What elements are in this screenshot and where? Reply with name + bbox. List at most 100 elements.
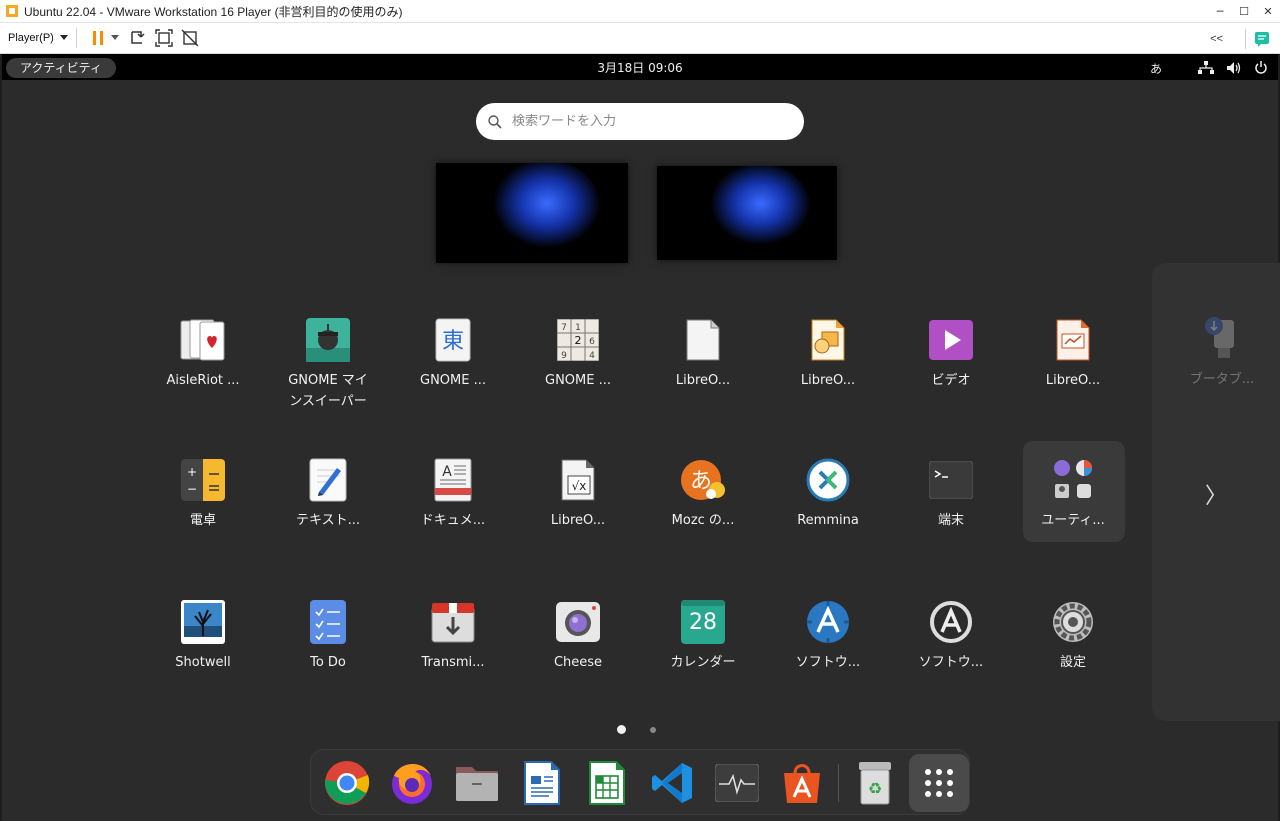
app-label: ユーティ... bbox=[1041, 513, 1105, 528]
app-remmina[interactable]: Remmina bbox=[778, 456, 878, 531]
calendar-day: 28 bbox=[689, 609, 717, 635]
dock-show-apps[interactable] bbox=[909, 754, 969, 812]
app-transmission[interactable]: Transmi... bbox=[403, 598, 503, 673]
app-label: ブータブ... bbox=[1189, 372, 1255, 387]
pause-dropdown-icon[interactable] bbox=[110, 35, 119, 41]
dock-system-monitor[interactable] bbox=[711, 757, 763, 809]
app-label: LibreO... bbox=[550, 513, 606, 528]
app-label: GNOME ... bbox=[545, 373, 611, 388]
gnome-topbar: アクティビティ 3月18日 09:06 あ bbox=[2, 54, 1278, 80]
dock-chrome[interactable] bbox=[321, 757, 373, 809]
page-dot-1[interactable] bbox=[617, 725, 626, 734]
app-document-viewer[interactable]: A ドキュメ... bbox=[403, 456, 503, 531]
minimize-button[interactable]: ─ bbox=[1208, 0, 1232, 23]
maximize-button[interactable]: ☐ bbox=[1232, 0, 1256, 23]
app-text-editor[interactable]: テキスト... bbox=[278, 456, 378, 531]
page-dot-2[interactable] bbox=[650, 727, 656, 733]
svg-text:√x: √x bbox=[572, 479, 587, 493]
collapse-toolbar-button[interactable]: << bbox=[1210, 33, 1223, 45]
app-settings[interactable]: 設定 bbox=[1023, 598, 1123, 673]
app-calculator[interactable]: + − 電卓 bbox=[153, 456, 253, 531]
app-software-updater[interactable]: ソフトウ... bbox=[901, 598, 1001, 673]
app-libreoffice-impress[interactable]: LibreO... bbox=[1023, 316, 1123, 391]
libreoffice-math-icon: √x bbox=[554, 456, 602, 504]
app-todo[interactable]: To Do bbox=[278, 598, 378, 673]
app-label: LibreO... bbox=[675, 373, 731, 388]
settings-icon bbox=[1049, 598, 1097, 646]
app-label: ソフトウ... bbox=[795, 655, 861, 670]
workspace-thumbnail-1[interactable] bbox=[436, 163, 628, 263]
next-page-chevron-icon[interactable]: 〉 bbox=[1205, 478, 1227, 510]
app-label: LibreO... bbox=[800, 373, 856, 388]
writer-icon bbox=[524, 761, 560, 805]
svg-text:9: 9 bbox=[561, 351, 567, 361]
app-label: LibreO... bbox=[1045, 373, 1101, 388]
software-icon bbox=[804, 598, 852, 646]
dock-trash[interactable]: ♻ bbox=[849, 757, 901, 809]
video-icon bbox=[927, 316, 975, 364]
dock-vscode[interactable] bbox=[646, 757, 698, 809]
network-icon bbox=[1198, 61, 1214, 74]
dock-files[interactable] bbox=[451, 757, 503, 809]
app-label: ドキュメ... bbox=[420, 513, 486, 528]
wallpaper-image bbox=[657, 166, 837, 260]
app-label: ビデオ bbox=[931, 373, 971, 388]
app-gnome-sudoku[interactable]: 7126 9 4 GNOME ... bbox=[528, 316, 628, 391]
app-mozc[interactable]: あ Mozc の... bbox=[653, 456, 753, 531]
unity-icon bbox=[181, 29, 199, 47]
svg-text:4: 4 bbox=[589, 351, 595, 361]
workspace-thumbnail-2[interactable] bbox=[657, 166, 837, 260]
app-software[interactable]: ソフトウ... bbox=[778, 598, 878, 673]
power-icon bbox=[1255, 61, 1267, 74]
app-label: Shotwell bbox=[175, 655, 231, 670]
message-icon[interactable] bbox=[1254, 31, 1270, 47]
svg-text:6: 6 bbox=[589, 337, 595, 347]
vscode-icon bbox=[652, 763, 692, 803]
dock-separator bbox=[838, 764, 839, 802]
app-calendar[interactable]: 28 カレンダー bbox=[653, 598, 753, 673]
input-method-indicator[interactable]: あ bbox=[1150, 60, 1162, 77]
files-icon bbox=[456, 767, 498, 801]
cheese-icon bbox=[554, 598, 602, 646]
send-ctrl-alt-del-button[interactable] bbox=[125, 25, 151, 51]
window-controls: ─ ☐ ✕ bbox=[1208, 0, 1280, 23]
app-label: Remmina bbox=[797, 513, 859, 528]
chrome-icon bbox=[324, 761, 370, 805]
app-shotwell[interactable]: Shotwell bbox=[153, 598, 253, 673]
dock-libreoffice-writer[interactable] bbox=[516, 757, 568, 809]
player-menu[interactable]: Player(P) bbox=[8, 32, 68, 44]
app-cheese[interactable]: Cheese bbox=[528, 598, 628, 673]
app-gnome-mines[interactable]: GNOME マインスイーパー bbox=[278, 316, 378, 412]
transmission-icon bbox=[429, 598, 477, 646]
app-utilities-folder[interactable]: ユーティ... bbox=[1023, 456, 1123, 531]
app-libreoffice-draw[interactable]: LibreO... bbox=[778, 316, 878, 391]
dock-software-center[interactable] bbox=[776, 757, 828, 809]
pause-button[interactable] bbox=[85, 25, 111, 51]
dock-firefox[interactable] bbox=[386, 757, 438, 809]
app-label: Cheese bbox=[553, 655, 603, 670]
fullscreen-icon bbox=[155, 29, 173, 47]
system-tray[interactable]: あ bbox=[1150, 58, 1268, 78]
app-libreoffice-math[interactable]: √x LibreO... bbox=[528, 456, 628, 531]
clock[interactable]: 3月18日 09:06 bbox=[2, 59, 1278, 76]
app-label: Mozc の... bbox=[671, 513, 735, 528]
search-box[interactable] bbox=[476, 103, 804, 140]
dock-libreoffice-calc[interactable] bbox=[581, 757, 633, 809]
unity-button[interactable] bbox=[177, 25, 203, 51]
todo-icon bbox=[304, 598, 352, 646]
ubuntu-desktop: アクティビティ 3月18日 09:06 あ 検索ワードを入力 AisleRiot… bbox=[2, 54, 1280, 821]
vmware-toolbar: Player(P) << bbox=[0, 23, 1280, 54]
app-videos[interactable]: ビデオ bbox=[901, 316, 1001, 391]
app-libreoffice[interactable]: LibreO... bbox=[653, 316, 753, 391]
app-usb-creator[interactable]: ブータブ... bbox=[1182, 316, 1262, 387]
close-button[interactable]: ✕ bbox=[1256, 0, 1280, 23]
app-label: ソフトウ... bbox=[918, 655, 984, 670]
search-input[interactable] bbox=[512, 114, 772, 129]
app-gnome-mahjongg[interactable]: 東 GNOME ... bbox=[403, 316, 503, 391]
svg-text:1: 1 bbox=[575, 323, 581, 333]
app-terminal[interactable]: 端末 bbox=[901, 456, 1001, 531]
app-label: Transmi... bbox=[421, 655, 485, 670]
dock: ♻ bbox=[310, 749, 970, 815]
app-aisleriot[interactable]: AisleRiot ... bbox=[153, 316, 253, 391]
fullscreen-button[interactable] bbox=[151, 25, 177, 51]
